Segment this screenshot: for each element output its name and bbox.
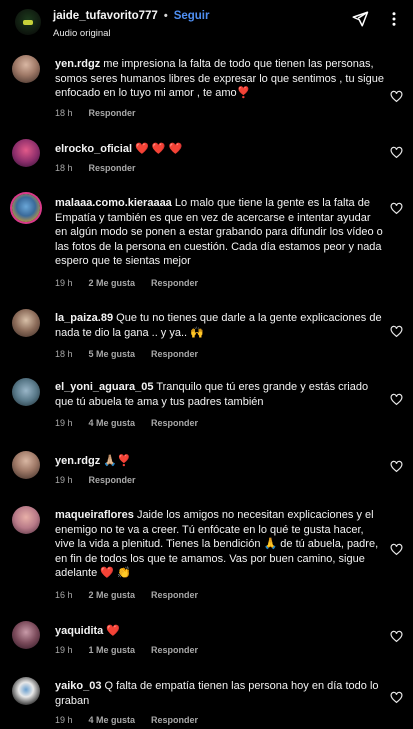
likes-count[interactable]: 4 Me gusta [89,418,136,428]
comment-body: la_paiza.89 Que tu no tienes que darle a… [55,311,385,340]
author-username[interactable]: jaide_tufavorito777 [53,10,158,22]
likes-count[interactable]: 2 Me gusta [89,278,136,288]
likes-count[interactable]: 5 Me gusta [89,349,136,359]
heart-outline-icon[interactable] [390,393,403,406]
comment-meta: 16 h 2 Me gusta Responder [55,590,198,600]
comment-time: 16 h [55,590,73,600]
reply-button[interactable]: Responder [89,108,136,118]
comment-body: yaquidita ❤️ [55,624,385,639]
comment-text: ❤️ ❤️ ❤️ [135,143,183,155]
heart-outline-icon[interactable] [390,543,403,556]
comment-body: elrocko_oficial ❤️ ❤️ ❤️ [55,142,385,157]
author-line: jaide_tufavorito777 • Seguir [53,10,209,22]
comment-meta: 19 h Responder [55,475,136,485]
comment-body: maqueiraflores Jaide los amigos no neces… [55,508,385,581]
comment-meta: 19 h 4 Me gusta Responder [55,418,198,428]
comment-meta: 18 h Responder [55,108,136,118]
comment-text: Q falta de empatía tienen las persona ho… [55,680,379,707]
comment-username[interactable]: malaaa.como.kieraaaa [55,197,172,209]
commenter-avatar[interactable] [12,194,40,222]
comment-text: 🙏🏼❣️ [103,455,131,467]
reel-header: jaide_tufavorito777 • Seguir Audio origi… [0,0,413,46]
comment-time: 19 h [55,475,73,485]
heart-outline-icon[interactable] [390,460,403,473]
comment-time: 19 h [55,278,73,288]
comment-username[interactable]: yaquidita [55,625,103,637]
author-avatar[interactable] [15,9,41,35]
more-icon[interactable] [385,10,403,28]
heart-outline-icon[interactable] [390,146,403,159]
send-icon[interactable] [351,10,369,28]
follow-button[interactable]: Seguir [174,10,210,22]
comment-time: 19 h [55,715,73,725]
comment-body: malaaa.como.kieraaaa Lo malo que tiene l… [55,196,385,269]
commenter-avatar[interactable] [12,309,40,337]
comment-meta: 19 h 4 Me gusta Responder [55,715,198,725]
commenter-avatar[interactable] [12,506,40,534]
likes-count[interactable]: 2 Me gusta [89,590,136,600]
comment-username[interactable]: elrocko_oficial [55,143,132,155]
comment-meta: 19 h 1 Me gusta Responder [55,645,198,655]
comment-meta: 18 h Responder [55,163,136,173]
comment-time: 19 h [55,645,73,655]
reply-button[interactable]: Responder [151,278,198,288]
likes-count[interactable]: 4 Me gusta [89,715,136,725]
comment-username[interactable]: el_yoni_aguara_05 [55,381,153,393]
comment-body: yen.rdgz 🙏🏼❣️ [55,454,385,469]
heart-outline-icon[interactable] [390,325,403,338]
reply-button[interactable]: Responder [89,475,136,485]
comment-username[interactable]: yaiko_03 [55,680,101,692]
commenter-avatar[interactable] [12,451,40,479]
audio-label[interactable]: Audio original [53,28,111,39]
comment-username[interactable]: yen.rdgz [55,455,100,467]
comment-username[interactable]: la_paiza.89 [55,312,113,324]
comment-body: yen.rdgz me impresiona la falta de todo … [55,57,385,101]
reply-button[interactable]: Responder [151,590,198,600]
comment-meta: 19 h 2 Me gusta Responder [55,278,198,288]
reply-button[interactable]: Responder [151,715,198,725]
heart-outline-icon[interactable] [390,691,403,704]
commenter-avatar[interactable] [12,139,40,167]
comment-time: 19 h [55,418,73,428]
heart-outline-icon[interactable] [390,630,403,643]
likes-count[interactable]: 1 Me gusta [89,645,136,655]
comment-username[interactable]: yen.rdgz [55,58,100,70]
comment-time: 18 h [55,349,73,359]
header-actions [351,10,403,28]
reply-button[interactable]: Responder [151,349,198,359]
commenter-avatar[interactable] [12,677,40,705]
heart-outline-icon[interactable] [390,202,403,215]
reply-button[interactable]: Responder [151,418,198,428]
comment-text: ❤️ [106,625,121,637]
reply-button[interactable]: Responder [89,163,136,173]
comment-time: 18 h [55,163,73,173]
commenter-avatar[interactable] [12,55,40,83]
comment-meta: 18 h 5 Me gusta Responder [55,349,198,359]
comment-username[interactable]: maqueiraflores [55,509,134,521]
reply-button[interactable]: Responder [151,645,198,655]
commenter-avatar[interactable] [12,378,40,406]
commenter-avatar[interactable] [12,621,40,649]
comment-text: me impresiona la falta de todo que tiene… [55,58,384,99]
comment-body: el_yoni_aguara_05 Tranquilo que tú eres … [55,380,385,409]
comment-body: yaiko_03 Q falta de empatía tienen las p… [55,679,385,708]
separator-dot: • [163,10,168,22]
comment-time: 18 h [55,108,73,118]
heart-outline-icon[interactable] [390,90,403,103]
